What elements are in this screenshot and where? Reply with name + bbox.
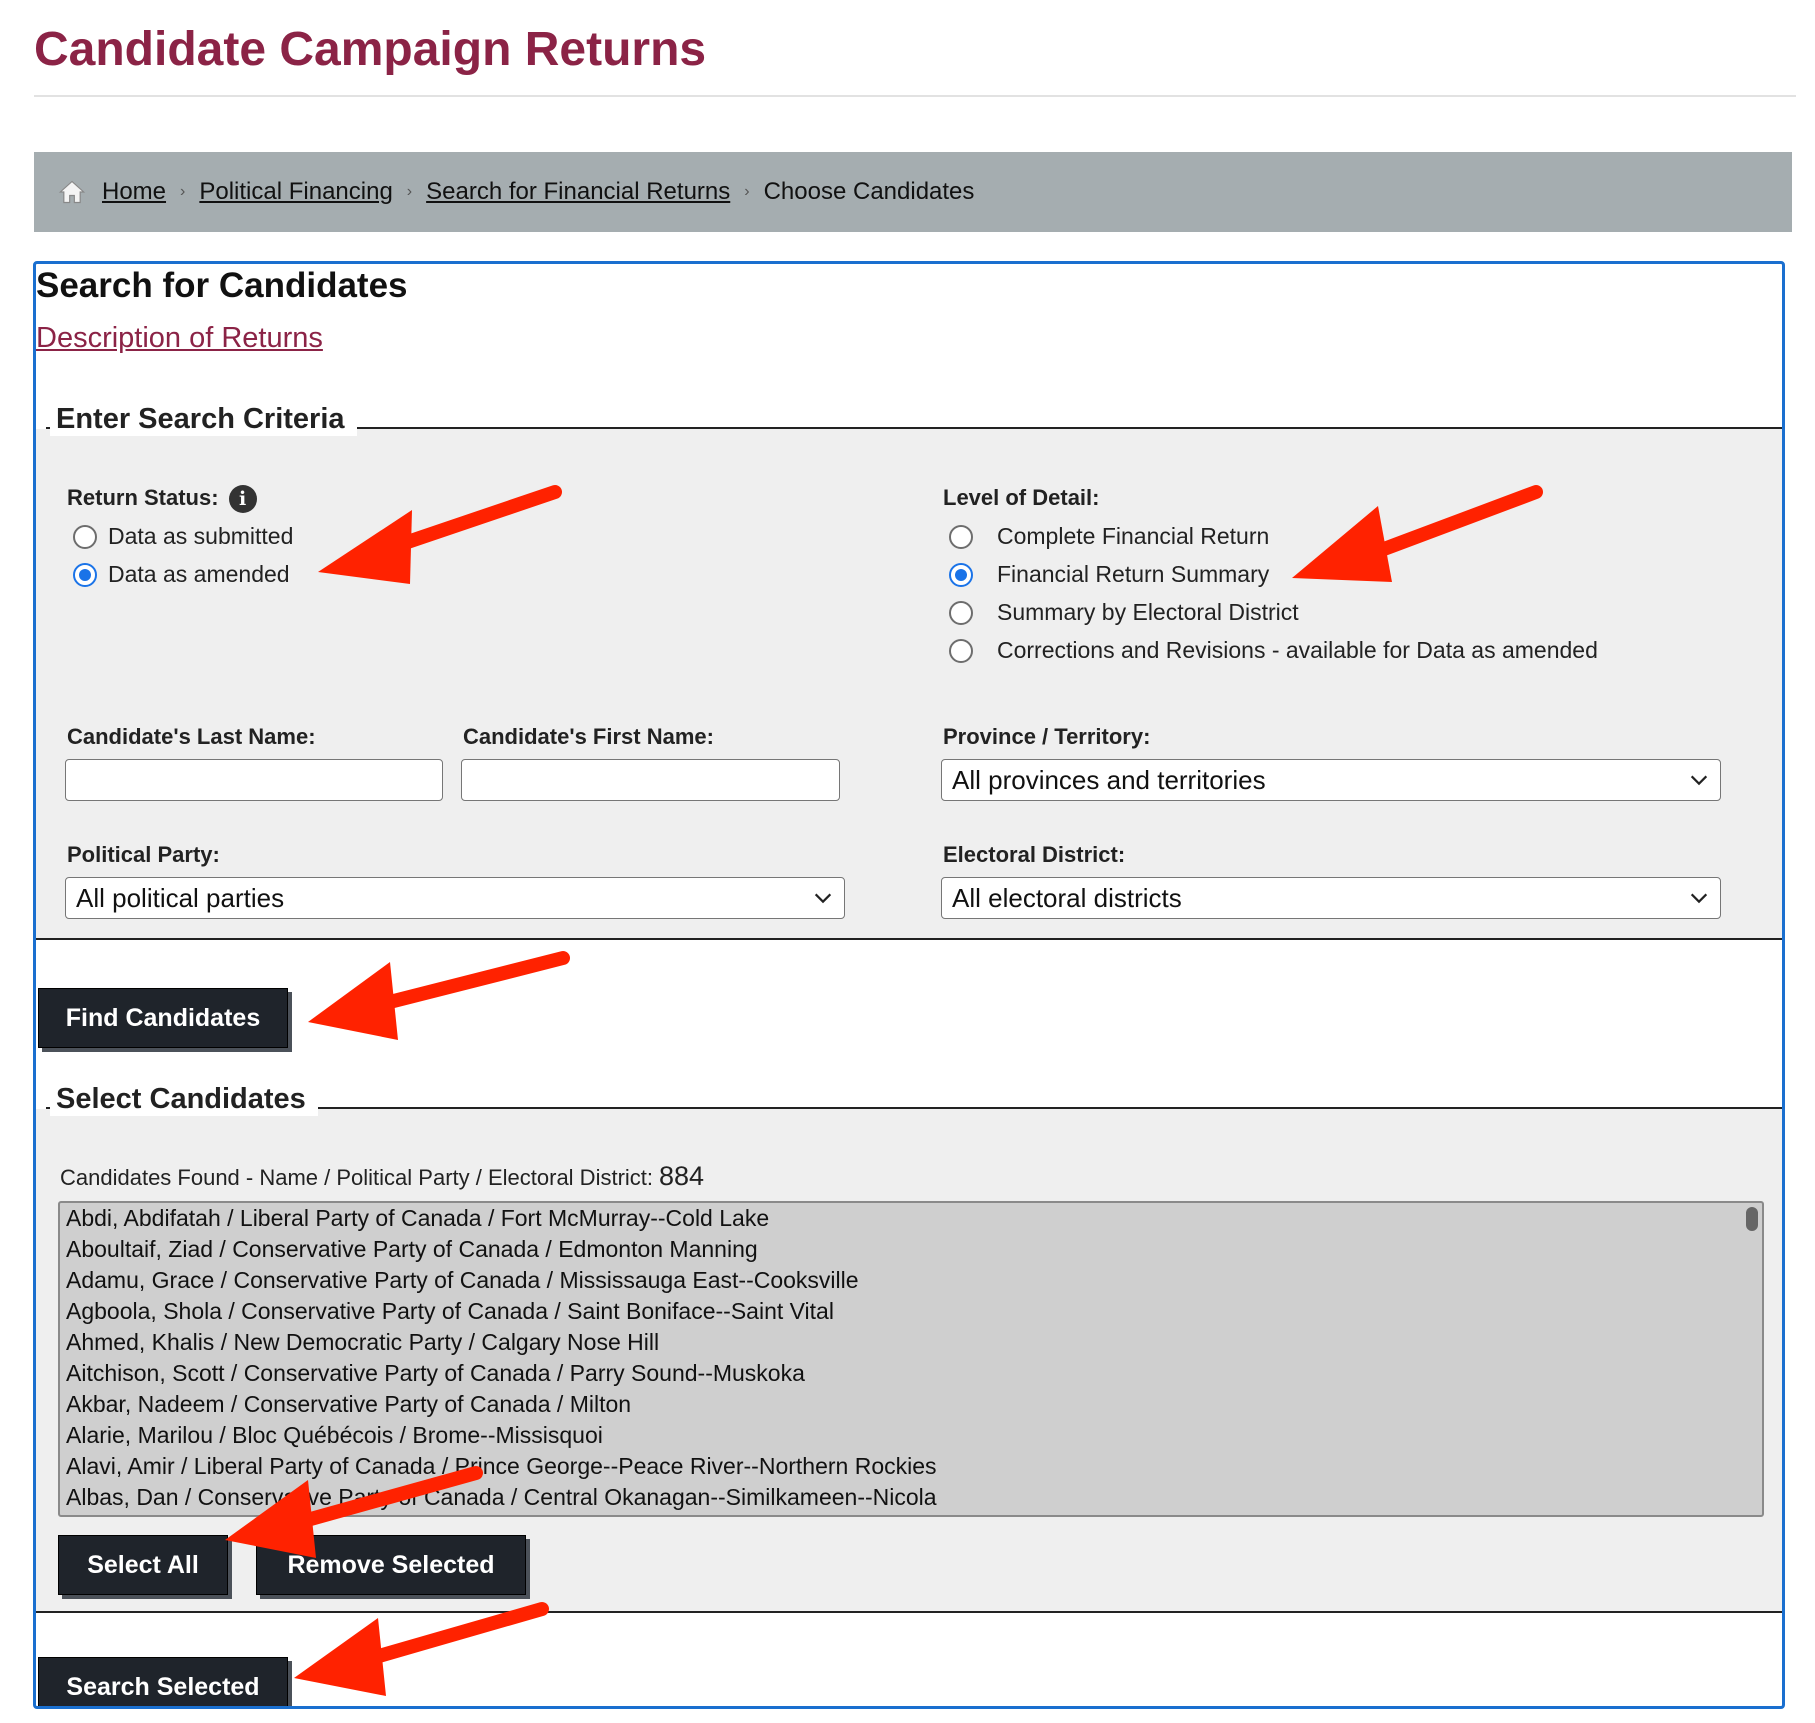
candidates-found-label: Candidates Found - Name / Political Part…	[60, 1161, 704, 1192]
political-party-select-value: All political parties	[76, 882, 285, 913]
political-party-select[interactable]: All political parties	[65, 877, 845, 919]
legend-gap	[36, 1107, 46, 1109]
description-of-returns-link[interactable]: Description of Returns	[36, 322, 323, 355]
candidates-found-text: Candidates Found - Name / Political Part…	[60, 1165, 654, 1190]
remove-selected-button[interactable]: Remove Selected	[256, 1535, 526, 1595]
list-item[interactable]: Albas, Dan / Conservative Party of Canad…	[60, 1482, 1762, 1513]
province-select[interactable]: All provinces and territories	[941, 759, 1721, 801]
last-name-input[interactable]	[65, 759, 443, 801]
breadcrumb-search-returns-link[interactable]: Search for Financial Returns	[426, 178, 730, 206]
list-item[interactable]: Aitchison, Scott / Conservative Party of…	[60, 1358, 1762, 1389]
radio-label: Complete Financial Return	[997, 523, 1270, 549]
radio-button[interactable]	[949, 638, 973, 663]
search-criteria-fieldset: Enter Search Criteria Return Status: i Da…	[36, 403, 1782, 940]
breadcrumb-home-link[interactable]: Home	[102, 178, 166, 206]
radio-label: Corrections and Revisions - available fo…	[997, 637, 1598, 663]
list-item[interactable]: Alavi, Amir / Liberal Party of Canada / …	[60, 1451, 1762, 1482]
last-name-label: Candidate's Last Name:	[67, 724, 316, 749]
list-item[interactable]: Aboultaif, Ziad / Conservative Party of …	[60, 1234, 1762, 1265]
find-candidates-button[interactable]: Find Candidates	[38, 988, 288, 1048]
select-candidates-legend: Select Candidates	[50, 1083, 318, 1116]
radio-button[interactable]	[949, 600, 973, 625]
page-title: Candidate Campaign Returns	[34, 23, 707, 76]
list-item[interactable]: Abdi, Abdifatah / Liberal Party of Canad…	[60, 1203, 1762, 1234]
chevron-down-icon	[814, 893, 832, 904]
first-name-input[interactable]	[461, 759, 840, 801]
list-item[interactable]: Ahmed, Khalis / New Democratic Party / C…	[60, 1327, 1762, 1358]
electoral-district-select-value: All electoral districts	[952, 882, 1182, 913]
radio-label: Summary by Electoral District	[997, 599, 1299, 625]
radio-summary-by-district[interactable]: Summary by Electoral District	[949, 599, 1299, 626]
radio-data-as-submitted[interactable]: Data as submitted	[73, 523, 293, 550]
list-item[interactable]: Akbar, Nadeem / Conservative Party of Ca…	[60, 1389, 1762, 1420]
return-status-label: Return Status: i	[67, 485, 257, 514]
list-item[interactable]: Alarie, Marilou / Bloc Québécois / Brome…	[60, 1420, 1762, 1451]
list-item[interactable]: Agboola, Shola / Conservative Party of C…	[60, 1296, 1762, 1327]
first-name-label: Candidate's First Name:	[463, 724, 714, 749]
radio-button[interactable]	[949, 524, 973, 549]
radio-corrections-revisions[interactable]: Corrections and Revisions - available fo…	[949, 637, 1598, 664]
chevron-down-icon	[1690, 775, 1708, 786]
chevron-down-icon	[1690, 893, 1708, 904]
page: Candidate Campaign Returns Home › Politi…	[0, 0, 1815, 1723]
radio-button[interactable]	[73, 524, 97, 549]
radio-label: Data as amended	[108, 561, 290, 587]
candidates-listbox[interactable]: Abdi, Abdifatah / Liberal Party of Canad…	[58, 1201, 1764, 1517]
radio-data-as-amended[interactable]: Data as amended	[73, 561, 290, 588]
list-item[interactable]: Adamu, Grace / Conservative Party of Can…	[60, 1265, 1762, 1296]
breadcrumb-current: Choose Candidates	[763, 178, 975, 205]
return-status-label-text: Return Status:	[67, 485, 219, 510]
province-label: Province / Territory:	[943, 724, 1151, 749]
electoral-district-select[interactable]: All electoral districts	[941, 877, 1721, 919]
panel-title: Search for Candidates	[36, 266, 408, 305]
select-all-button[interactable]: Select All	[58, 1535, 228, 1595]
level-of-detail-label: Level of Detail:	[943, 485, 1100, 510]
radio-button-selected[interactable]	[949, 562, 973, 587]
chevron-right-icon: ›	[406, 183, 413, 200]
electoral-district-label: Electoral District:	[943, 842, 1126, 867]
search-criteria-legend: Enter Search Criteria	[50, 403, 357, 436]
radio-label: Data as submitted	[108, 523, 294, 549]
legend-gap	[36, 427, 46, 429]
political-party-label: Political Party:	[67, 842, 220, 867]
search-panel: Search for Candidates Description of Ret…	[33, 261, 1785, 1709]
search-selected-button[interactable]: Search Selected	[38, 1657, 288, 1706]
title-divider	[34, 95, 1796, 97]
chevron-right-icon: ›	[180, 183, 186, 200]
radio-financial-return-summary[interactable]: Financial Return Summary	[949, 561, 1269, 588]
province-select-value: All provinces and territories	[952, 764, 1266, 795]
breadcrumb-political-financing-link[interactable]: Political Financing	[199, 178, 392, 206]
home-icon[interactable]	[58, 178, 86, 206]
radio-button-selected[interactable]	[73, 562, 97, 587]
breadcrumb: Home › Political Financing › Search for …	[34, 152, 1792, 232]
radio-complete-financial-return[interactable]: Complete Financial Return	[949, 523, 1269, 550]
chevron-right-icon: ›	[744, 183, 750, 200]
listbox-scrollbar[interactable]	[1746, 1207, 1758, 1231]
candidates-found-count: 884	[659, 1161, 705, 1191]
select-candidates-fieldset: Select Candidates Candidates Found - Nam…	[36, 1083, 1782, 1613]
info-icon[interactable]: i	[228, 485, 257, 514]
radio-label: Financial Return Summary	[997, 561, 1270, 587]
